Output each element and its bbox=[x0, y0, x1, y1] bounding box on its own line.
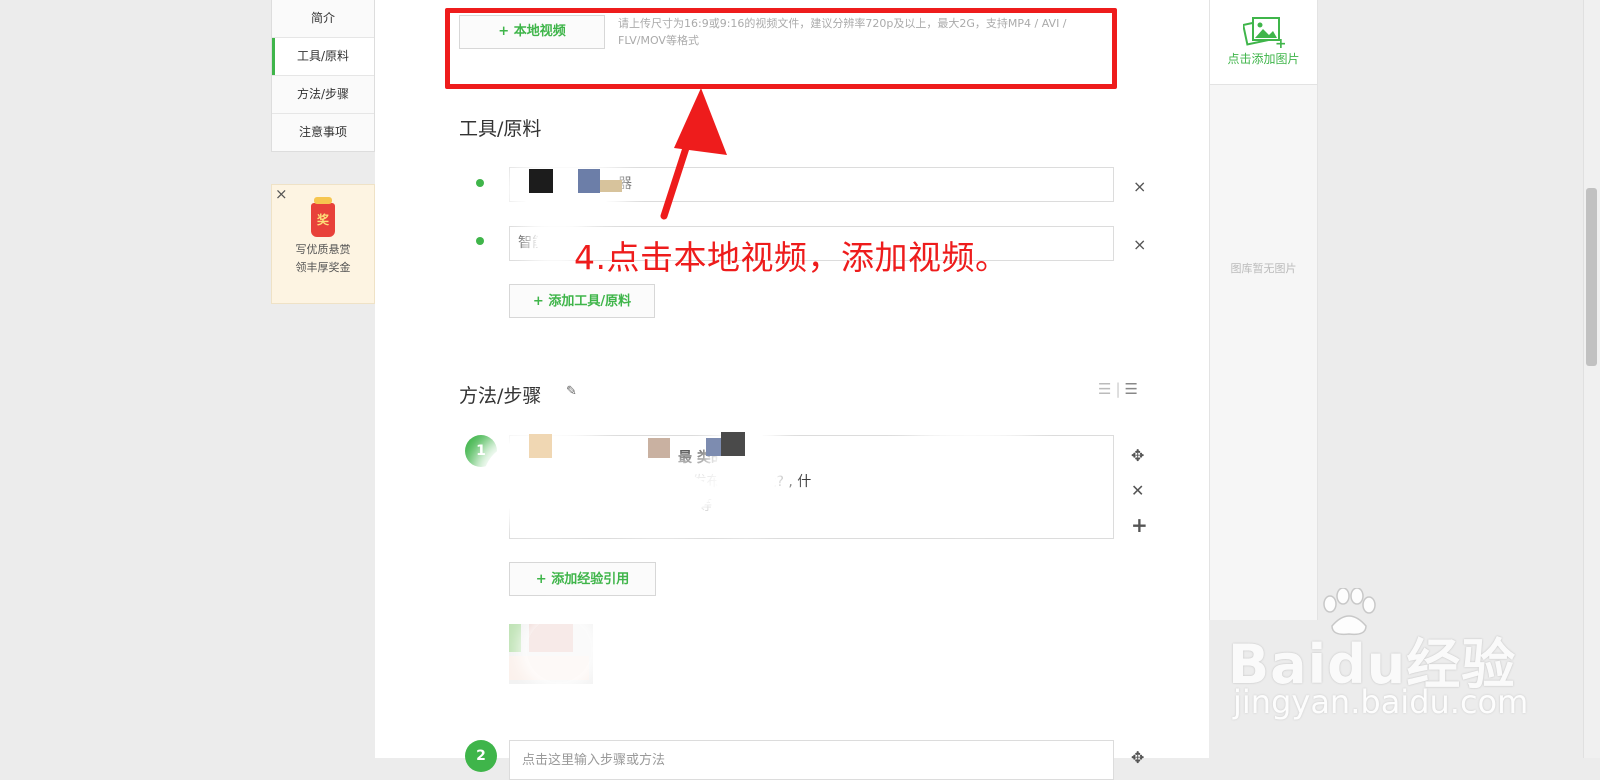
reward-line-2: 领丰厚奖金 bbox=[295, 261, 351, 274]
tool-bullet bbox=[476, 179, 484, 187]
left-nav: 简介 工具/原料 方法/步骤 注意事项 bbox=[271, 0, 375, 152]
nav-item-steps[interactable]: 方法/步骤 bbox=[272, 75, 374, 113]
close-icon[interactable]: × bbox=[275, 185, 288, 203]
empty-library-text: 图库暂无图片 bbox=[1230, 262, 1297, 275]
add-image-button[interactable]: + 点击添加图片 bbox=[1210, 0, 1317, 85]
red-envelope-icon: 奖 bbox=[311, 197, 335, 237]
step-editor-2[interactable]: 点击这里输入步骤或方法 bbox=[509, 740, 1114, 780]
watermark-url: jingyan.baidu.com bbox=[1233, 683, 1529, 721]
remove-tool-2-icon[interactable]: × bbox=[1133, 235, 1146, 254]
privacy-mask-block bbox=[529, 169, 553, 193]
step-number-2: 2 bbox=[465, 740, 497, 772]
unordered-list-icon[interactable]: ☰ bbox=[1125, 380, 1138, 398]
red-arrow-annotation bbox=[660, 88, 727, 220]
drag-move-icon[interactable]: ✥ bbox=[1131, 446, 1144, 465]
remove-tool-1-icon[interactable]: × bbox=[1133, 177, 1146, 196]
annotation-text: 4.点击本地视频，添加视频。 bbox=[574, 238, 1009, 277]
add-tool-button[interactable]: + 添加工具/原料 bbox=[509, 284, 655, 318]
privacy-mask-block bbox=[600, 180, 622, 192]
steps-section-title: 方法/步骤 bbox=[459, 385, 542, 407]
reward-badge: 奖 bbox=[316, 213, 329, 227]
thumb-block bbox=[509, 624, 521, 652]
add-image-icon: + bbox=[1242, 16, 1285, 48]
nav-item-notes[interactable]: 注意事项 bbox=[272, 113, 374, 151]
tools-section-title: 工具/原料 bbox=[459, 118, 542, 140]
privacy-mask bbox=[900, 440, 1040, 510]
remove-step-icon[interactable]: ✕ bbox=[1131, 481, 1144, 500]
privacy-mask bbox=[610, 470, 710, 518]
svg-text:+: + bbox=[1275, 36, 1285, 48]
arrow-head bbox=[674, 88, 727, 155]
privacy-mask bbox=[536, 228, 576, 256]
privacy-mask-block bbox=[578, 169, 600, 193]
scrollbar-track[interactable] bbox=[1583, 0, 1600, 758]
scrollbar-thumb[interactable] bbox=[1586, 188, 1597, 366]
nav-item-tools[interactable]: 工具/原料 bbox=[272, 37, 374, 75]
privacy-mask-block bbox=[706, 438, 721, 456]
reward-line-1: 写优质悬赏 bbox=[295, 243, 351, 256]
list-style-toggle: ☰ | ☰ bbox=[1094, 380, 1138, 398]
tool-bullet bbox=[476, 237, 484, 245]
privacy-mask-block bbox=[648, 438, 670, 458]
ordered-list-icon[interactable]: ☰ bbox=[1098, 380, 1111, 398]
edit-pencil-icon[interactable]: ✎ bbox=[566, 384, 577, 399]
privacy-mask bbox=[527, 618, 591, 682]
add-step-icon[interactable]: + bbox=[1131, 513, 1148, 537]
reward-banner[interactable]: × 奖 写优质悬赏 领丰厚奖金 bbox=[271, 184, 375, 304]
divider: | bbox=[1115, 380, 1121, 398]
privacy-mask-block bbox=[529, 434, 552, 458]
image-library-panel: + 点击添加图片 图库暂无图片 bbox=[1209, 0, 1318, 620]
add-reference-button[interactable]: + 添加经验引用 bbox=[509, 562, 656, 596]
add-image-label: 点击添加图片 bbox=[1227, 52, 1300, 66]
privacy-mask-block bbox=[721, 432, 745, 456]
nav-item-intro[interactable]: 简介 bbox=[272, 0, 374, 37]
highlight-box bbox=[445, 8, 1117, 89]
